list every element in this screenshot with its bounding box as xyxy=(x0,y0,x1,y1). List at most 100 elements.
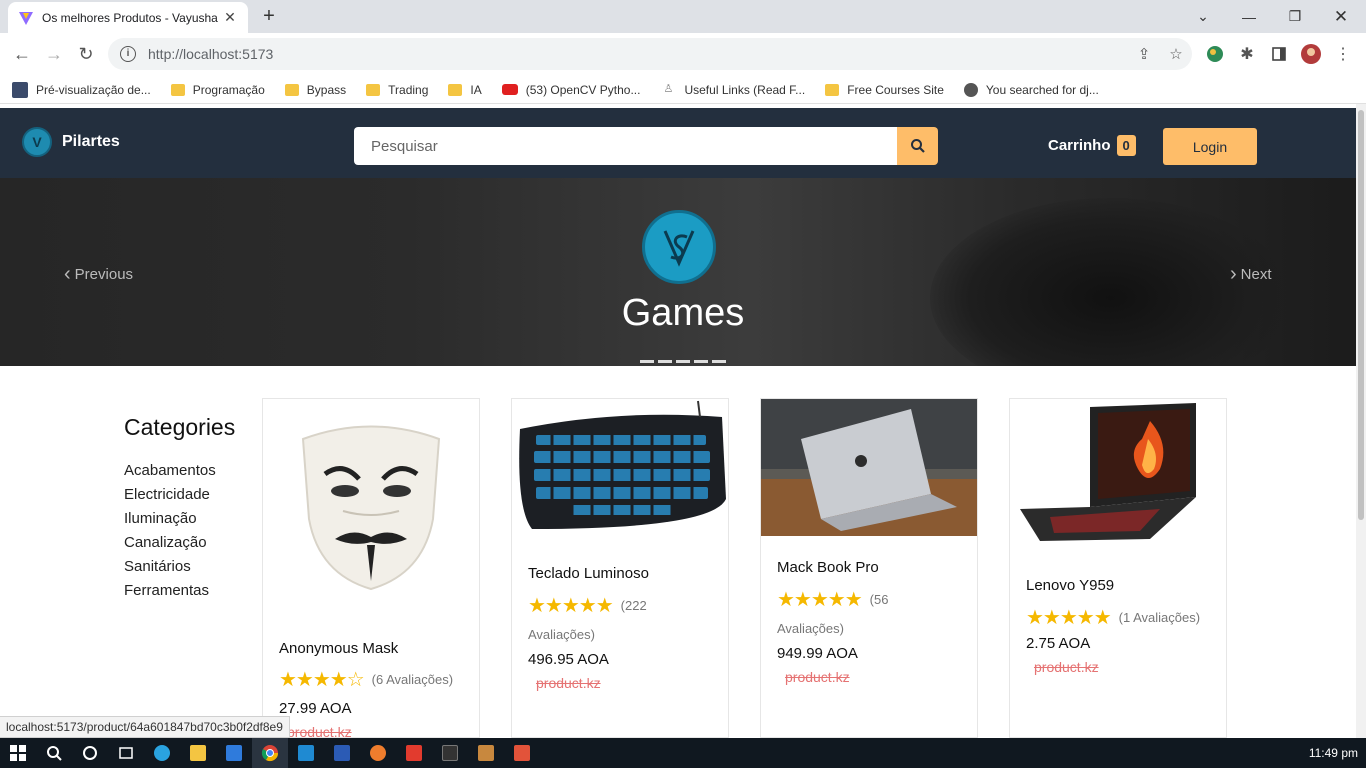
search-bar xyxy=(354,127,938,165)
category-item[interactable]: Ferramentas xyxy=(124,579,235,603)
new-tab-button[interactable]: + xyxy=(258,5,280,27)
product-name[interactable]: Teclado Luminoso xyxy=(528,565,649,582)
scrollbar-thumb[interactable] xyxy=(1358,110,1364,520)
category-item[interactable]: Electricidade xyxy=(124,483,235,507)
cart-link[interactable]: Carrinho 0 xyxy=(1048,135,1136,156)
app-icon[interactable] xyxy=(504,738,540,768)
category-item[interactable]: Iluminação xyxy=(124,507,235,531)
back-icon[interactable]: ← xyxy=(8,40,36,68)
product-price: 949.99 AOA xyxy=(777,645,858,662)
address-bar[interactable]: i http://localhost:5173 ⇪ ☆ xyxy=(108,38,1192,70)
taskbar-search-icon[interactable] xyxy=(36,738,72,768)
tab-search-icon[interactable]: ⌄ xyxy=(1180,0,1226,33)
side-panel-icon[interactable] xyxy=(1268,43,1290,65)
share-icon[interactable]: ⇪ xyxy=(1128,40,1160,68)
cortana-icon[interactable] xyxy=(72,738,108,768)
product-price: 496.95 AOA xyxy=(528,651,609,668)
minimize-button[interactable]: — xyxy=(1226,0,1272,33)
folder-icon xyxy=(825,83,840,96)
product-image[interactable] xyxy=(263,399,479,619)
task-view-icon[interactable] xyxy=(108,738,144,768)
product-image[interactable] xyxy=(512,399,728,541)
site-icon xyxy=(12,81,28,98)
bookmark-item[interactable]: Programação xyxy=(170,83,265,97)
next-label: Next xyxy=(1240,266,1272,283)
carousel-indicator[interactable] xyxy=(658,360,672,363)
product-card[interactable]: Anonymous Mask ★★★★☆ (6 Avaliações) 27.9… xyxy=(262,398,480,738)
browser-menu-icon[interactable]: ⋮ xyxy=(1332,43,1354,65)
product-card[interactable]: Mack Book Pro ★★★★★ (56 Avaliações) 949.… xyxy=(760,398,978,738)
product-name[interactable]: Anonymous Mask xyxy=(279,640,398,657)
site-info-icon[interactable]: i xyxy=(120,46,136,62)
product-image[interactable] xyxy=(761,399,977,536)
globe-icon xyxy=(963,82,978,97)
reload-icon[interactable]: ↻ xyxy=(72,40,100,68)
app-icon[interactable] xyxy=(468,738,504,768)
chrome-icon[interactable] xyxy=(252,738,288,768)
close-tab-icon[interactable]: ✕ xyxy=(222,9,238,26)
rating-stars: ★★★★★ xyxy=(1026,607,1112,629)
app-icon[interactable] xyxy=(216,738,252,768)
rating-stars: ★★★★☆ xyxy=(279,669,365,691)
product-name[interactable]: Lenovo Y959 xyxy=(1026,577,1114,594)
product-image[interactable] xyxy=(1010,399,1226,554)
category-item[interactable]: Acabamentos xyxy=(124,459,235,483)
bookmark-item[interactable]: ♙ Useful Links (Read F... xyxy=(660,82,806,98)
search-input[interactable] xyxy=(354,127,897,165)
file-explorer-icon[interactable] xyxy=(180,738,216,768)
close-window-button[interactable]: ✕ xyxy=(1318,0,1364,33)
carousel-indicator[interactable] xyxy=(712,360,726,363)
product-rating: ★★★★☆ (6 Avaliações) xyxy=(279,667,453,692)
product-rating: ★★★★★ (222 xyxy=(528,593,647,618)
bookmark-label: Free Courses Site xyxy=(847,82,944,97)
chevron-left-icon: ‹ xyxy=(64,263,71,285)
carousel-indicator[interactable] xyxy=(640,360,654,363)
brand[interactable]: V Pilartes xyxy=(22,127,120,157)
extension-globe-icon[interactable] xyxy=(1204,43,1226,65)
product-seller: product.kz xyxy=(536,675,601,691)
bookmark-item[interactable]: Bypass xyxy=(284,82,347,97)
login-button[interactable]: Login xyxy=(1163,128,1257,165)
page-scrollbar[interactable] xyxy=(1356,104,1366,738)
bookmark-item[interactable]: Trading xyxy=(366,83,428,97)
product-card[interactable]: Lenovo Y959 ★★★★★ (1 Avaliações) 2.75 AO… xyxy=(1009,398,1227,738)
bookmark-item[interactable]: Free Courses Site xyxy=(825,83,944,97)
product-seller: product.kz xyxy=(785,669,850,685)
bookmark-label: Bypass xyxy=(306,82,347,97)
app-icon[interactable] xyxy=(360,738,396,768)
vite-icon xyxy=(19,11,33,25)
bookmark-item[interactable]: (53) OpenCV Pytho... xyxy=(501,83,640,97)
product-name[interactable]: Mack Book Pro xyxy=(777,559,879,576)
search-button[interactable] xyxy=(897,127,938,165)
carousel-indicator[interactable] xyxy=(676,360,690,363)
folder-icon xyxy=(170,83,185,96)
bookmark-item[interactable]: Pré-visualização de... xyxy=(12,81,151,98)
browser-tab[interactable]: Os melhores Produtos - Vayusha ✕ xyxy=(8,2,248,33)
bookmark-star-icon[interactable]: ☆ xyxy=(1160,40,1192,68)
extensions-puzzle-icon[interactable]: ✱ xyxy=(1236,43,1258,65)
telegram-icon[interactable] xyxy=(144,738,180,768)
taskbar-clock[interactable]: 11:49 pm xyxy=(1309,738,1358,768)
carousel-indicator[interactable] xyxy=(694,360,708,363)
product-seller: product.kz xyxy=(287,724,352,738)
carousel-next[interactable]: › Next xyxy=(1230,263,1272,286)
word-icon[interactable] xyxy=(324,738,360,768)
bookmark-label: Useful Links (Read F... xyxy=(684,82,806,97)
review-count: (6 Avaliações) xyxy=(371,672,454,687)
restore-button[interactable]: ❐ xyxy=(1272,0,1318,33)
product-card[interactable]: Teclado Luminoso ★★★★★ (222 Avaliações) … xyxy=(511,398,729,738)
forward-icon[interactable]: → xyxy=(40,40,68,68)
bookmark-item[interactable]: You searched for dj... xyxy=(963,82,1099,97)
windows-start-icon[interactable] xyxy=(0,738,36,768)
bookmark-item[interactable]: IA xyxy=(448,83,482,97)
category-item[interactable]: Canalização xyxy=(124,531,235,555)
cart-count-badge: 0 xyxy=(1116,135,1136,156)
app-icon[interactable] xyxy=(432,738,468,768)
vscode-icon[interactable] xyxy=(288,738,324,768)
profile-avatar[interactable] xyxy=(1300,43,1322,65)
rating-stars: ★★★★★ xyxy=(528,595,614,617)
category-item[interactable]: Sanitários xyxy=(124,555,235,579)
carousel-previous[interactable]: ‹ Previous xyxy=(64,263,133,286)
app-icon[interactable] xyxy=(396,738,432,768)
hero-logo-icon xyxy=(642,210,716,284)
